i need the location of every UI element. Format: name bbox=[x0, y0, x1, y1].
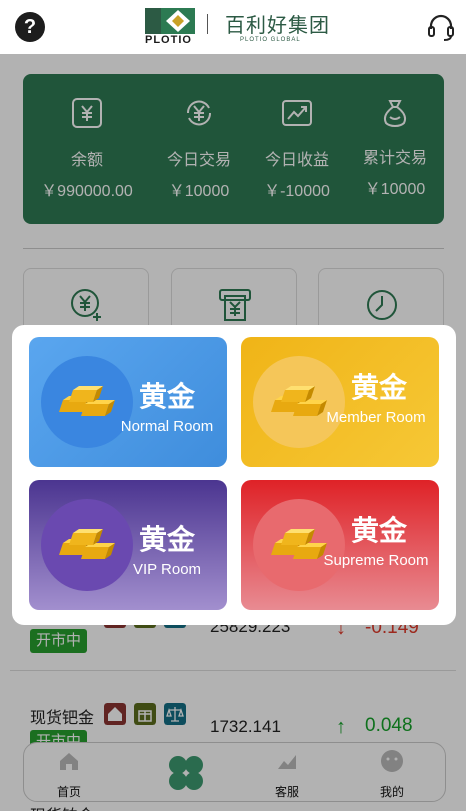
brand-word: PLOTIO bbox=[145, 34, 192, 46]
room-title: 黄金 bbox=[138, 380, 195, 413]
room-card-member[interactable]: 黄金 Member Room bbox=[241, 337, 439, 467]
room-select-panel: 黄金 Normal Room 黄金 Member Room 黄金 VIP Roo… bbox=[12, 325, 456, 625]
brand-logo: PLOTIO 百利好集团 PLOTIO GLOBAL bbox=[143, 6, 333, 48]
room-card-normal[interactable]: 黄金 Normal Room bbox=[29, 337, 227, 467]
plotio-logo-icon bbox=[145, 8, 195, 34]
brand-en: PLOTIO GLOBAL bbox=[240, 37, 301, 43]
room-card-vip[interactable]: 黄金 VIP Room bbox=[29, 480, 227, 610]
headset-icon[interactable] bbox=[426, 12, 456, 42]
logo-divider bbox=[207, 14, 208, 34]
room-card-supreme[interactable]: 黄金 Supreme Room bbox=[241, 480, 439, 610]
room-subtitle: Normal Room bbox=[120, 418, 214, 435]
room-subtitle: VIP Room bbox=[132, 561, 202, 578]
room-title: 黄金 bbox=[138, 523, 195, 556]
room-subtitle: Supreme Room bbox=[323, 552, 429, 569]
brand-cn: 百利好集团 bbox=[225, 13, 330, 37]
room-title: 黄金 bbox=[350, 514, 407, 547]
app-header: ? PLOTIO 百利好集团 PLOTIO GLOBAL bbox=[0, 0, 466, 54]
help-button[interactable]: ? bbox=[15, 12, 45, 42]
room-title: 黄金 bbox=[350, 371, 407, 404]
room-subtitle: Member Room bbox=[326, 409, 426, 426]
